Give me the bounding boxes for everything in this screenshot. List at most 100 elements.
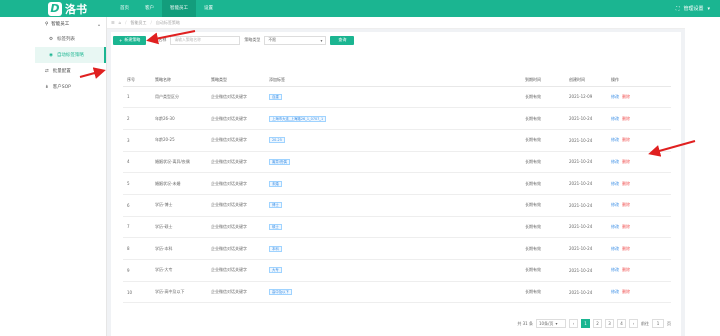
staff-icon: ⚲ xyxy=(45,21,49,27)
row-tags: 上海市大连_上海路26_1_0707_1 xyxy=(265,107,393,130)
sidebar-item-customer-sop[interactable]: ⋔ 客户SOP xyxy=(35,79,106,95)
row-strategy-type: 企业微信对话关键字 xyxy=(207,129,265,152)
sidebar: ⚲ 智能员工 ▴ ⚙ 标签列表 ◉ 自动标签策略 ⇄ 批量配置 ⋔ 客户SOP xyxy=(35,17,107,336)
nav-customers[interactable]: 客户 xyxy=(137,0,162,17)
delete-link[interactable]: 删除 xyxy=(622,116,630,121)
page-size-select[interactable]: 10条/页 ▾ xyxy=(536,319,566,328)
next-page-button[interactable]: › xyxy=(629,319,638,328)
nav-home[interactable]: 首页 xyxy=(112,0,137,17)
tag-chip: 高中及以下 xyxy=(269,289,292,296)
delete-link[interactable]: 删除 xyxy=(622,94,630,99)
app-logo[interactable]: D 洛书 xyxy=(48,1,87,16)
row-index: 4 xyxy=(123,151,151,174)
row-blank xyxy=(393,151,521,174)
row-blank xyxy=(393,237,521,260)
row-created: 2021-10-24 xyxy=(565,216,607,239)
query-button[interactable]: 查询 xyxy=(330,35,355,45)
row-strategy-name: 婚姻状况-未婚 xyxy=(151,172,207,195)
sidebar-item-batch-config[interactable]: ⇄ 批量配置 xyxy=(35,63,106,79)
row-tags: 未婚 xyxy=(265,172,393,195)
table-row: 9 学历-大专 企业微信对话关键字 大专 长期有效 2021-10-24 修改 删除 xyxy=(123,259,671,282)
delete-link[interactable]: 删除 xyxy=(622,267,630,272)
row-expire: 长期有效 xyxy=(521,86,565,109)
nav-settings[interactable]: 设置 xyxy=(196,0,221,17)
row-tags: 自建 xyxy=(265,86,393,109)
chevron-down-icon: ▾ xyxy=(320,37,323,43)
edit-link[interactable]: 修改 xyxy=(611,246,619,251)
breadcrumb-item[interactable]: 智能员工 xyxy=(131,20,147,26)
location-icon: ◉ xyxy=(49,52,53,58)
tag-chip: 博士 xyxy=(269,202,282,209)
col-name: 策略名称 xyxy=(151,74,207,87)
home-icon[interactable]: ⌂ xyxy=(119,20,122,25)
edit-link[interactable]: 修改 xyxy=(611,94,619,99)
row-tags: 高中及以下 xyxy=(265,281,393,304)
row-strategy-type: 企业微信对话关键字 xyxy=(207,172,265,195)
sidebar-item-tag-list[interactable]: ⚙ 标签列表 xyxy=(35,31,106,47)
page-button-1[interactable]: 1 xyxy=(581,319,590,328)
user-menu[interactable]: ⛶ 管理设置 ▾ xyxy=(676,0,710,17)
plus-icon: + xyxy=(119,37,123,43)
strategy-type-select[interactable]: 不限 ▾ xyxy=(264,35,327,45)
tag-chip: 上海市大连_上海路26_1_0707_1 xyxy=(269,115,327,122)
delete-link[interactable]: 删除 xyxy=(622,202,630,207)
row-expire: 长期有效 xyxy=(521,281,565,304)
row-strategy-name: 学历-大专 xyxy=(151,259,207,282)
menu-toggle-icon[interactable]: ☰ xyxy=(111,20,115,25)
table-row: 8 学历-本科 企业微信对话关键字 本科 长期有效 2021-10-24 修改 删除 xyxy=(123,237,671,260)
strategy-type-label: 策略类型 xyxy=(244,37,261,42)
delete-link[interactable]: 删除 xyxy=(622,159,630,164)
total-count: 共 31 条 xyxy=(517,320,533,326)
row-expire: 长期有效 xyxy=(521,194,565,217)
page-button-3[interactable]: 3 xyxy=(605,319,614,328)
sidebar-item-label: 自动标签策略 xyxy=(56,53,84,58)
edit-link[interactable]: 修改 xyxy=(611,289,619,294)
sidebar-item-auto-tag-strategy[interactable]: ◉ 自动标签策略 xyxy=(35,47,106,63)
edit-link[interactable]: 修改 xyxy=(611,202,619,207)
row-blank xyxy=(393,172,521,195)
sidebar-group-header[interactable]: ⚲ 智能员工 ▴ xyxy=(35,17,106,31)
delete-link[interactable]: 删除 xyxy=(622,289,630,294)
edit-link[interactable]: 修改 xyxy=(611,267,619,272)
sidebar-group-label: 智能员工 xyxy=(51,22,70,27)
tag-chip: 离异/丧偶 xyxy=(269,158,290,165)
nav-smart-staff[interactable]: 智能员工 xyxy=(162,0,196,17)
sidebar-item-label: 批量配置 xyxy=(52,69,71,74)
strategy-name-input[interactable]: 请输入策略名称 xyxy=(170,35,241,45)
col-index: 序号 xyxy=(123,74,151,87)
row-expire: 长期有效 xyxy=(521,172,565,195)
goto-page-input[interactable]: 1 xyxy=(652,319,664,328)
delete-link[interactable]: 删除 xyxy=(622,246,630,251)
delete-link[interactable]: 删除 xyxy=(622,137,630,142)
table-body: 1 用户类型区分 企业微信对话关键字 自建 长期有效 2021-12-09 修改 删除 2 年龄2… xyxy=(123,86,671,304)
delete-link[interactable]: 删除 xyxy=(622,181,630,186)
row-created: 2021-10-24 xyxy=(565,194,607,217)
row-created: 2021-10-24 xyxy=(565,259,607,282)
strategy-name-placeholder: 请输入策略名称 xyxy=(174,37,201,42)
tag-chip: 大专 xyxy=(269,267,282,274)
table-row: 1 用户类型区分 企业微信对话关键字 自建 长期有效 2021-12-09 修改 删除 xyxy=(123,86,671,109)
delete-link[interactable]: 删除 xyxy=(622,224,630,229)
page-button-4[interactable]: 4 xyxy=(617,319,626,328)
row-actions: 修改 删除 xyxy=(607,216,671,239)
edit-link[interactable]: 修改 xyxy=(611,159,619,164)
col-type: 策略类型 xyxy=(207,74,265,87)
prev-page-button[interactable]: ‹ xyxy=(569,319,578,328)
row-strategy-type: 企业微信对话关键字 xyxy=(207,281,265,304)
page-button-2[interactable]: 2 xyxy=(593,319,602,328)
edit-link[interactable]: 修改 xyxy=(611,181,619,186)
chevron-down-icon: ▾ xyxy=(555,321,558,326)
edit-link[interactable]: 修改 xyxy=(611,137,619,142)
row-tags: 硕士 xyxy=(265,216,393,239)
row-expire: 长期有效 xyxy=(521,107,565,130)
edit-link[interactable]: 修改 xyxy=(611,224,619,229)
table-row: 6 学历-博士 企业微信对话关键字 博士 长期有效 2021-10-24 修改 删除 xyxy=(123,194,671,217)
edit-link[interactable]: 修改 xyxy=(611,116,619,121)
row-created: 2021-10-24 xyxy=(565,129,607,152)
row-tags: 大专 xyxy=(265,259,393,282)
breadcrumb-separator: / xyxy=(125,20,127,25)
row-index: 2 xyxy=(123,107,151,130)
row-blank xyxy=(393,259,521,282)
row-strategy-type: 企业微信对话关键字 xyxy=(207,237,265,260)
new-strategy-button[interactable]: + 新建策略 xyxy=(113,35,147,45)
